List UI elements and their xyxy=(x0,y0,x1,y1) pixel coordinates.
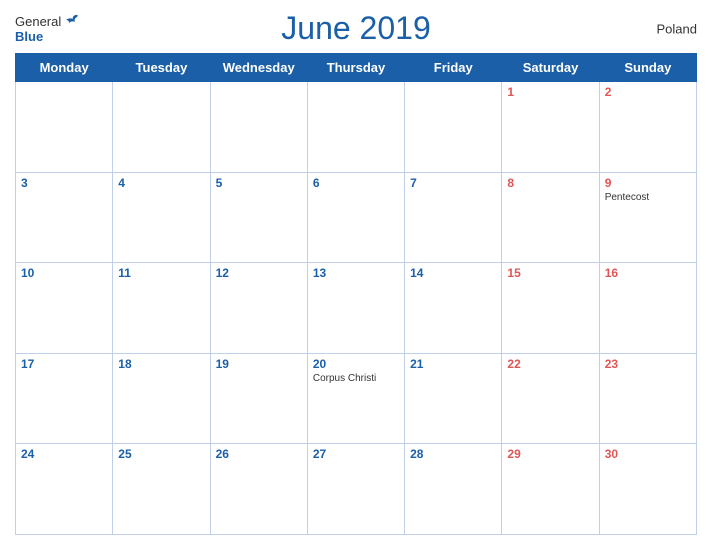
day-number: 3 xyxy=(21,176,107,190)
calendar-day-cell: 16 xyxy=(599,263,696,354)
day-number: 13 xyxy=(313,266,399,280)
calendar-day-cell: 12 xyxy=(210,263,307,354)
calendar-day-cell xyxy=(405,82,502,173)
day-number: 17 xyxy=(21,357,107,371)
day-number: 28 xyxy=(410,447,496,461)
day-number: 12 xyxy=(216,266,302,280)
calendar-day-cell: 21 xyxy=(405,353,502,444)
day-number: 15 xyxy=(507,266,593,280)
weekday-header-thursday: Thursday xyxy=(307,54,404,82)
weekday-header-row: MondayTuesdayWednesdayThursdayFridaySatu… xyxy=(16,54,697,82)
calendar-day-cell: 25 xyxy=(113,444,210,535)
calendar-title: June 2019 xyxy=(281,10,430,47)
day-number: 21 xyxy=(410,357,496,371)
calendar-day-cell: 7 xyxy=(405,172,502,263)
day-number: 26 xyxy=(216,447,302,461)
day-number: 25 xyxy=(118,447,204,461)
day-number: 27 xyxy=(313,447,399,461)
day-number: 14 xyxy=(410,266,496,280)
calendar-day-cell: 18 xyxy=(113,353,210,444)
calendar-week-row: 10 11 12 13 14 15 16 xyxy=(16,263,697,354)
calendar-day-cell: 2 xyxy=(599,82,696,173)
calendar-day-cell: 6 xyxy=(307,172,404,263)
calendar-day-cell: 10 xyxy=(16,263,113,354)
logo-blue-text: Blue xyxy=(15,29,80,44)
day-number: 6 xyxy=(313,176,399,190)
calendar-header: General Blue June 2019 Poland xyxy=(15,10,697,47)
weekday-header-monday: Monday xyxy=(16,54,113,82)
country-label: Poland xyxy=(657,21,697,36)
day-number: 30 xyxy=(605,447,691,461)
day-number: 4 xyxy=(118,176,204,190)
day-number: 20 xyxy=(313,357,399,371)
calendar-day-cell: 17 xyxy=(16,353,113,444)
holiday-label: Pentecost xyxy=(605,192,691,203)
weekday-header-sunday: Sunday xyxy=(599,54,696,82)
day-number: 1 xyxy=(507,85,593,99)
day-number: 11 xyxy=(118,266,204,280)
calendar-week-row: 3456789 Pentecost xyxy=(16,172,697,263)
calendar-day-cell: 14 xyxy=(405,263,502,354)
day-number: 2 xyxy=(605,85,691,99)
logo: General Blue xyxy=(15,13,80,44)
weekday-header-wednesday: Wednesday xyxy=(210,54,307,82)
day-number: 24 xyxy=(21,447,107,461)
calendar-day-cell xyxy=(307,82,404,173)
calendar-day-cell: 4 xyxy=(113,172,210,263)
calendar-week-row: 24 25 26 27 28 29 30 xyxy=(16,444,697,535)
calendar-day-cell: 30 xyxy=(599,444,696,535)
calendar-day-cell: 19 xyxy=(210,353,307,444)
logo-general-text: General xyxy=(15,14,61,29)
calendar-day-cell: 3 xyxy=(16,172,113,263)
day-number: 19 xyxy=(216,357,302,371)
calendar-day-cell: 13 xyxy=(307,263,404,354)
calendar-day-cell xyxy=(16,82,113,173)
calendar-day-cell: 22 xyxy=(502,353,599,444)
calendar-day-cell: 8 xyxy=(502,172,599,263)
day-number: 10 xyxy=(21,266,107,280)
day-number: 23 xyxy=(605,357,691,371)
calendar-day-cell: 24 xyxy=(16,444,113,535)
day-number: 29 xyxy=(507,447,593,461)
calendar-day-cell: 15 xyxy=(502,263,599,354)
weekday-header-tuesday: Tuesday xyxy=(113,54,210,82)
calendar-day-cell: 23 xyxy=(599,353,696,444)
calendar-week-row: 17 18 19 20 Corpus Christi 21 22 23 xyxy=(16,353,697,444)
day-number: 7 xyxy=(410,176,496,190)
calendar-day-cell: 20 Corpus Christi xyxy=(307,353,404,444)
day-number: 16 xyxy=(605,266,691,280)
calendar-day-cell: 9 Pentecost xyxy=(599,172,696,263)
calendar-day-cell: 26 xyxy=(210,444,307,535)
day-number: 8 xyxy=(507,176,593,190)
calendar-week-row: 12 xyxy=(16,82,697,173)
weekday-header-saturday: Saturday xyxy=(502,54,599,82)
logo-bird-icon xyxy=(64,13,80,29)
calendar-day-cell xyxy=(210,82,307,173)
calendar-day-cell: 29 xyxy=(502,444,599,535)
calendar-day-cell: 28 xyxy=(405,444,502,535)
calendar-day-cell: 1 xyxy=(502,82,599,173)
calendar-day-cell: 5 xyxy=(210,172,307,263)
weekday-header-friday: Friday xyxy=(405,54,502,82)
calendar-table: MondayTuesdayWednesdayThursdayFridaySatu… xyxy=(15,53,697,535)
calendar-day-cell: 11 xyxy=(113,263,210,354)
day-number: 18 xyxy=(118,357,204,371)
day-number: 22 xyxy=(507,357,593,371)
calendar-day-cell: 27 xyxy=(307,444,404,535)
calendar-day-cell xyxy=(113,82,210,173)
day-number: 5 xyxy=(216,176,302,190)
day-number: 9 xyxy=(605,176,691,190)
holiday-label: Corpus Christi xyxy=(313,373,399,384)
